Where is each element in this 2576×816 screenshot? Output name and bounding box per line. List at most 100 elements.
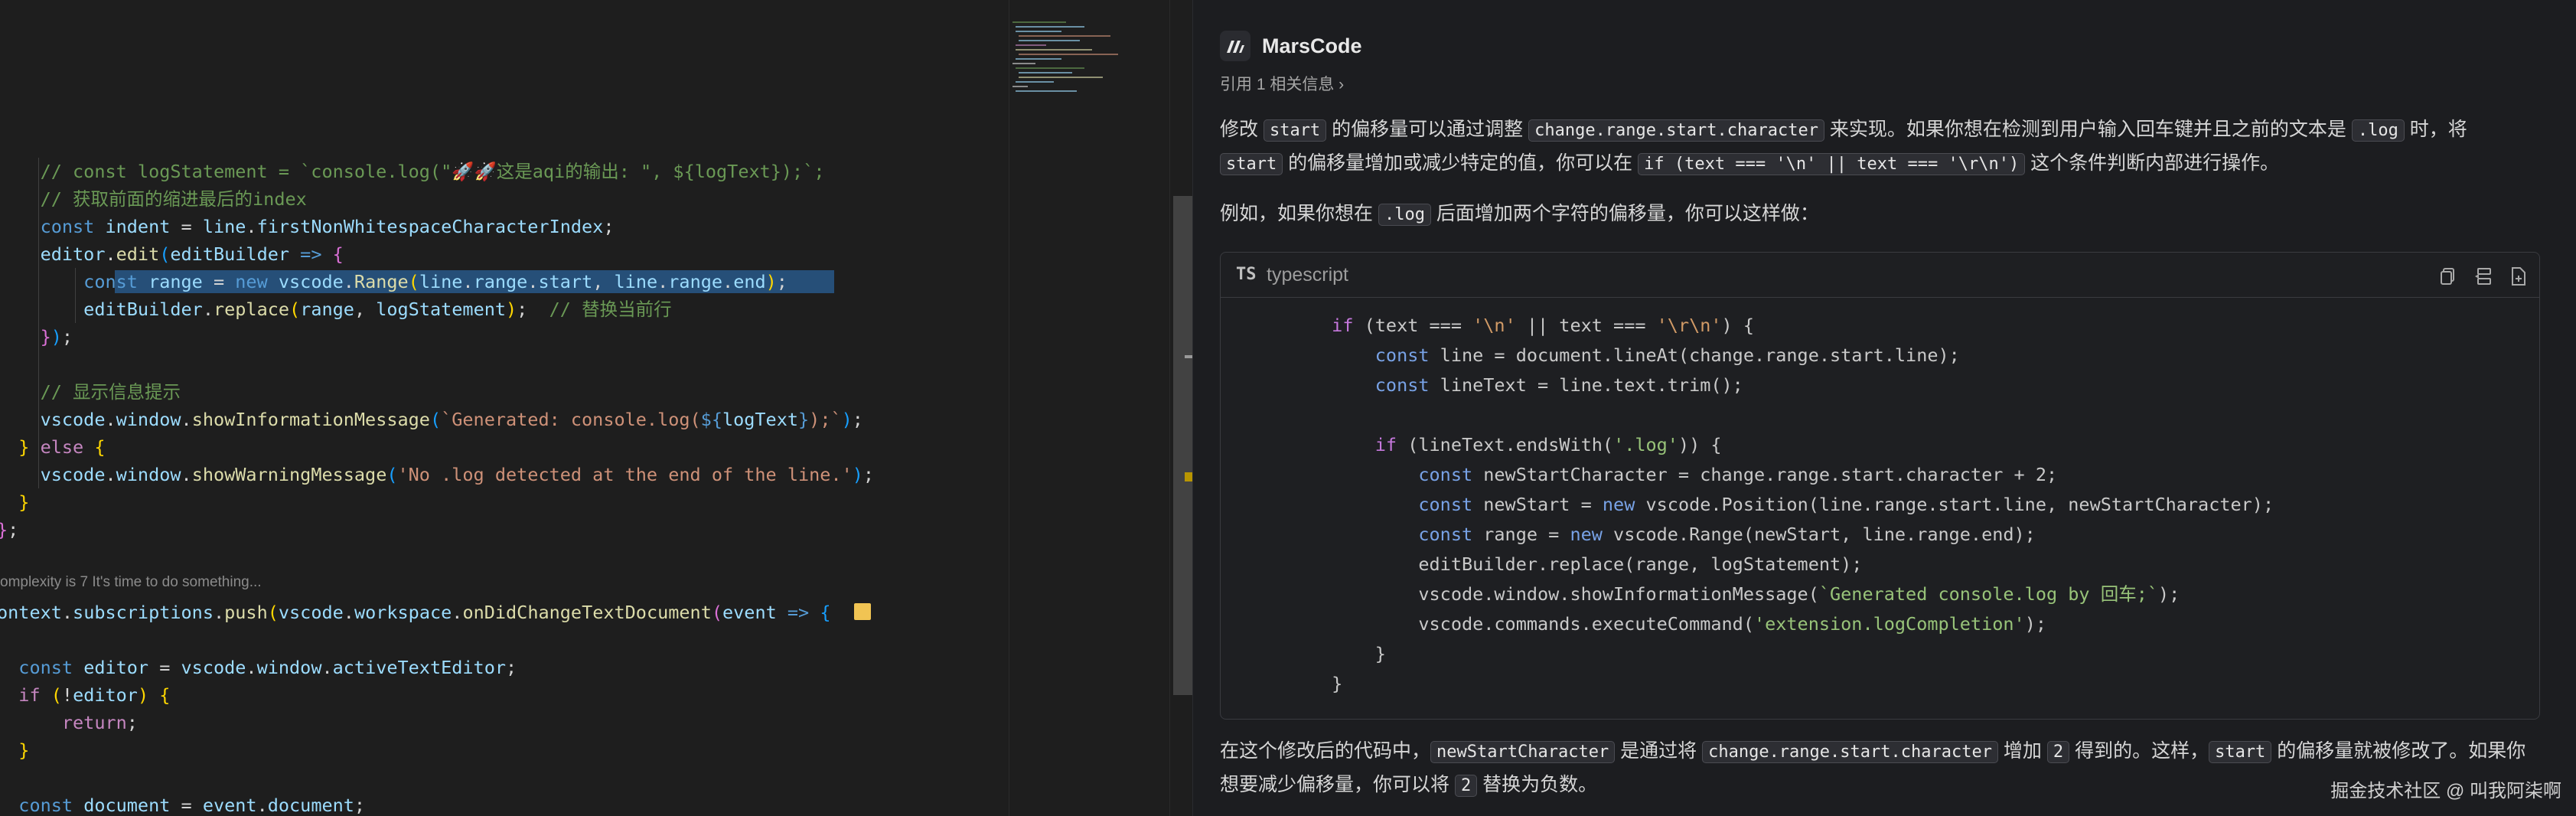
watermark: 掘金技术社区 @ 叫我阿柒啊 xyxy=(2330,781,2561,801)
code-token: const xyxy=(0,216,106,237)
code-token: return xyxy=(0,712,127,733)
code-token: vscode.window.showInformationMessage( xyxy=(1245,583,1819,605)
code-token: ( xyxy=(429,409,442,430)
code-line: return; xyxy=(0,709,138,736)
code-token: ) { xyxy=(1721,315,1754,336)
code-token: const xyxy=(1245,374,1440,396)
code-token: window xyxy=(116,464,181,485)
code-line: vscode.window.showInformationMessage(`Ge… xyxy=(1245,579,2180,609)
code-token: . xyxy=(181,409,192,430)
code-token: replace xyxy=(213,299,290,320)
code-line: editor.edit(editBuilder => { xyxy=(0,240,344,268)
code-token: ; xyxy=(354,795,366,816)
code-token: ; xyxy=(506,657,517,678)
minimap-line xyxy=(1019,54,1118,55)
code-token: )) { xyxy=(1678,434,1722,455)
code-editor[interactable]: // const logStatement = `console.log("🚀🚀… xyxy=(0,0,1009,816)
code-token: } xyxy=(1245,643,1386,664)
code-token: vscode.Position(line.range.start.line, n… xyxy=(1645,494,2274,515)
code-token: . xyxy=(246,216,257,237)
minimap-line xyxy=(1019,77,1103,78)
code-token: 'No .log detected at the end of the line… xyxy=(397,464,853,485)
code-block-header: TS typescript xyxy=(1221,253,2539,298)
code-line: const document = event.document; xyxy=(0,792,365,816)
code-line: const newStartCharacter = change.range.s… xyxy=(1245,460,2057,490)
code-token: // 显示信息提示 xyxy=(0,381,181,403)
code-token: ; xyxy=(517,299,549,320)
code-token: indent xyxy=(105,216,171,237)
code-token: end xyxy=(733,271,766,292)
code-token: . xyxy=(202,299,214,320)
code-token: (text === xyxy=(1364,315,1473,336)
code-token: showInformationMessage xyxy=(191,409,430,430)
insert-code-icon[interactable] xyxy=(2472,265,2495,288)
code-token: ) xyxy=(51,326,62,348)
code-token: . xyxy=(343,602,354,623)
code-token: . xyxy=(657,271,669,292)
code-token: workspace xyxy=(354,602,452,623)
code-line: } xyxy=(0,736,29,764)
code-token: vscode xyxy=(181,657,246,678)
code-line: }; xyxy=(0,516,18,543)
code-language-label: typescript xyxy=(1267,264,1348,286)
code-token: window xyxy=(256,657,322,678)
code-token: } xyxy=(0,436,30,458)
code-token: . xyxy=(246,657,257,678)
code-line: const range = new vscode.Range(line.rang… xyxy=(0,268,787,295)
code-token: } xyxy=(798,409,810,430)
code-token: , xyxy=(354,299,377,320)
minimap-line xyxy=(1016,31,1061,32)
inline-code: start xyxy=(1263,119,1327,142)
code-token: firstNonWhitespaceCharacterIndex xyxy=(256,216,604,237)
code-token: ; xyxy=(852,409,863,430)
code-line: const indent = line.firstNonWhitespaceCh… xyxy=(0,213,615,240)
assistant-name: MarsCode xyxy=(1262,34,1362,57)
code-token: new xyxy=(1602,494,1646,515)
minimap-line xyxy=(1012,86,1028,87)
code-token: . xyxy=(61,602,73,623)
code-token: { xyxy=(94,436,106,458)
code-token: );` xyxy=(809,409,842,430)
reference-link[interactable]: 引用 1 相关信息 › xyxy=(1220,73,1344,96)
minimap-line xyxy=(1012,63,1035,64)
code-token: logStatement xyxy=(376,299,507,320)
code-token: ( xyxy=(711,602,723,623)
code-token: push xyxy=(224,602,268,623)
minimap-line xyxy=(1016,58,1061,60)
minimap-line xyxy=(1016,49,1092,51)
code-token: || text === xyxy=(1515,315,1657,336)
ai-chat-panel: MarsCode 引用 1 相关信息 › 修改 start 的偏移量可以通过调整… xyxy=(1192,0,2576,816)
code-token: ) xyxy=(765,271,777,292)
code-token: editBuilder.replace(range, logStatement)… xyxy=(1245,553,1863,575)
code-token: const xyxy=(0,657,84,678)
scrollbar-thumb[interactable] xyxy=(1173,196,1193,695)
code-token: ; xyxy=(61,326,73,348)
code-token: editBuilder xyxy=(170,243,290,265)
copy-icon[interactable] xyxy=(2437,265,2460,288)
code-token: range xyxy=(473,271,528,292)
complexity-codelens[interactable]: omplexity is 7 It's time to do something… xyxy=(0,571,262,594)
answer-paragraph-2: 例如，如果你想在 .log 后面增加两个字符的偏移量，你可以这样做： xyxy=(1220,203,1819,226)
code-token: // const logStatement = `console.log("🚀🚀… xyxy=(0,161,825,182)
code-token: ( xyxy=(267,602,279,623)
code-token: '\r\n' xyxy=(1656,315,1722,336)
code-token: => xyxy=(289,243,333,265)
code-token: const xyxy=(0,271,149,292)
code-line: ontext.subscriptions.push(vscode.workspa… xyxy=(0,599,831,626)
minimap[interactable] xyxy=(1009,0,1170,816)
code-line: const newStart = new vscode.Position(lin… xyxy=(1245,490,2274,520)
marscode-logo-icon xyxy=(1220,31,1251,61)
inline-code: start xyxy=(1220,153,1283,175)
code-token: range xyxy=(668,271,723,292)
code-token: = xyxy=(202,271,236,292)
code-token: ; xyxy=(603,216,615,237)
code-token: vscode xyxy=(0,464,106,485)
new-file-icon[interactable] xyxy=(2507,265,2530,288)
code-token: showWarningMessage xyxy=(191,464,387,485)
code-token: else xyxy=(29,436,95,458)
code-token: , xyxy=(592,271,615,292)
code-token: . xyxy=(213,602,225,623)
inline-code: 2 xyxy=(1454,775,1478,797)
inline-code: if (text === '\n' || text === '\r\n') xyxy=(1638,153,2026,175)
